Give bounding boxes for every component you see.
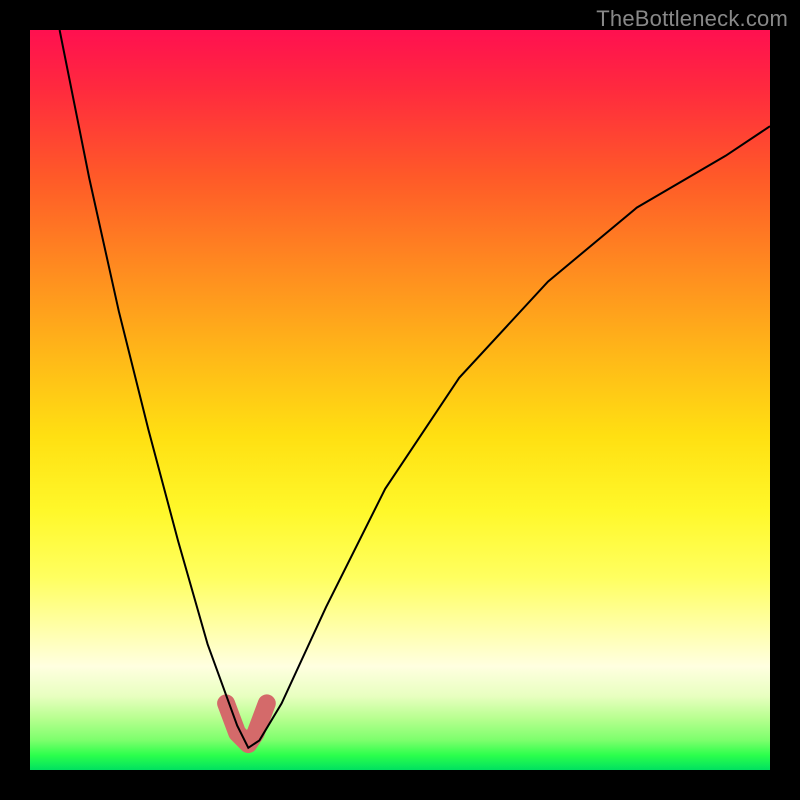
- chart-stage: TheBottleneck.com: [0, 0, 800, 800]
- curve-layer: [30, 30, 770, 770]
- bottleneck-curve: [60, 30, 770, 748]
- watermark-text: TheBottleneck.com: [596, 6, 788, 32]
- plot-area: [30, 30, 770, 770]
